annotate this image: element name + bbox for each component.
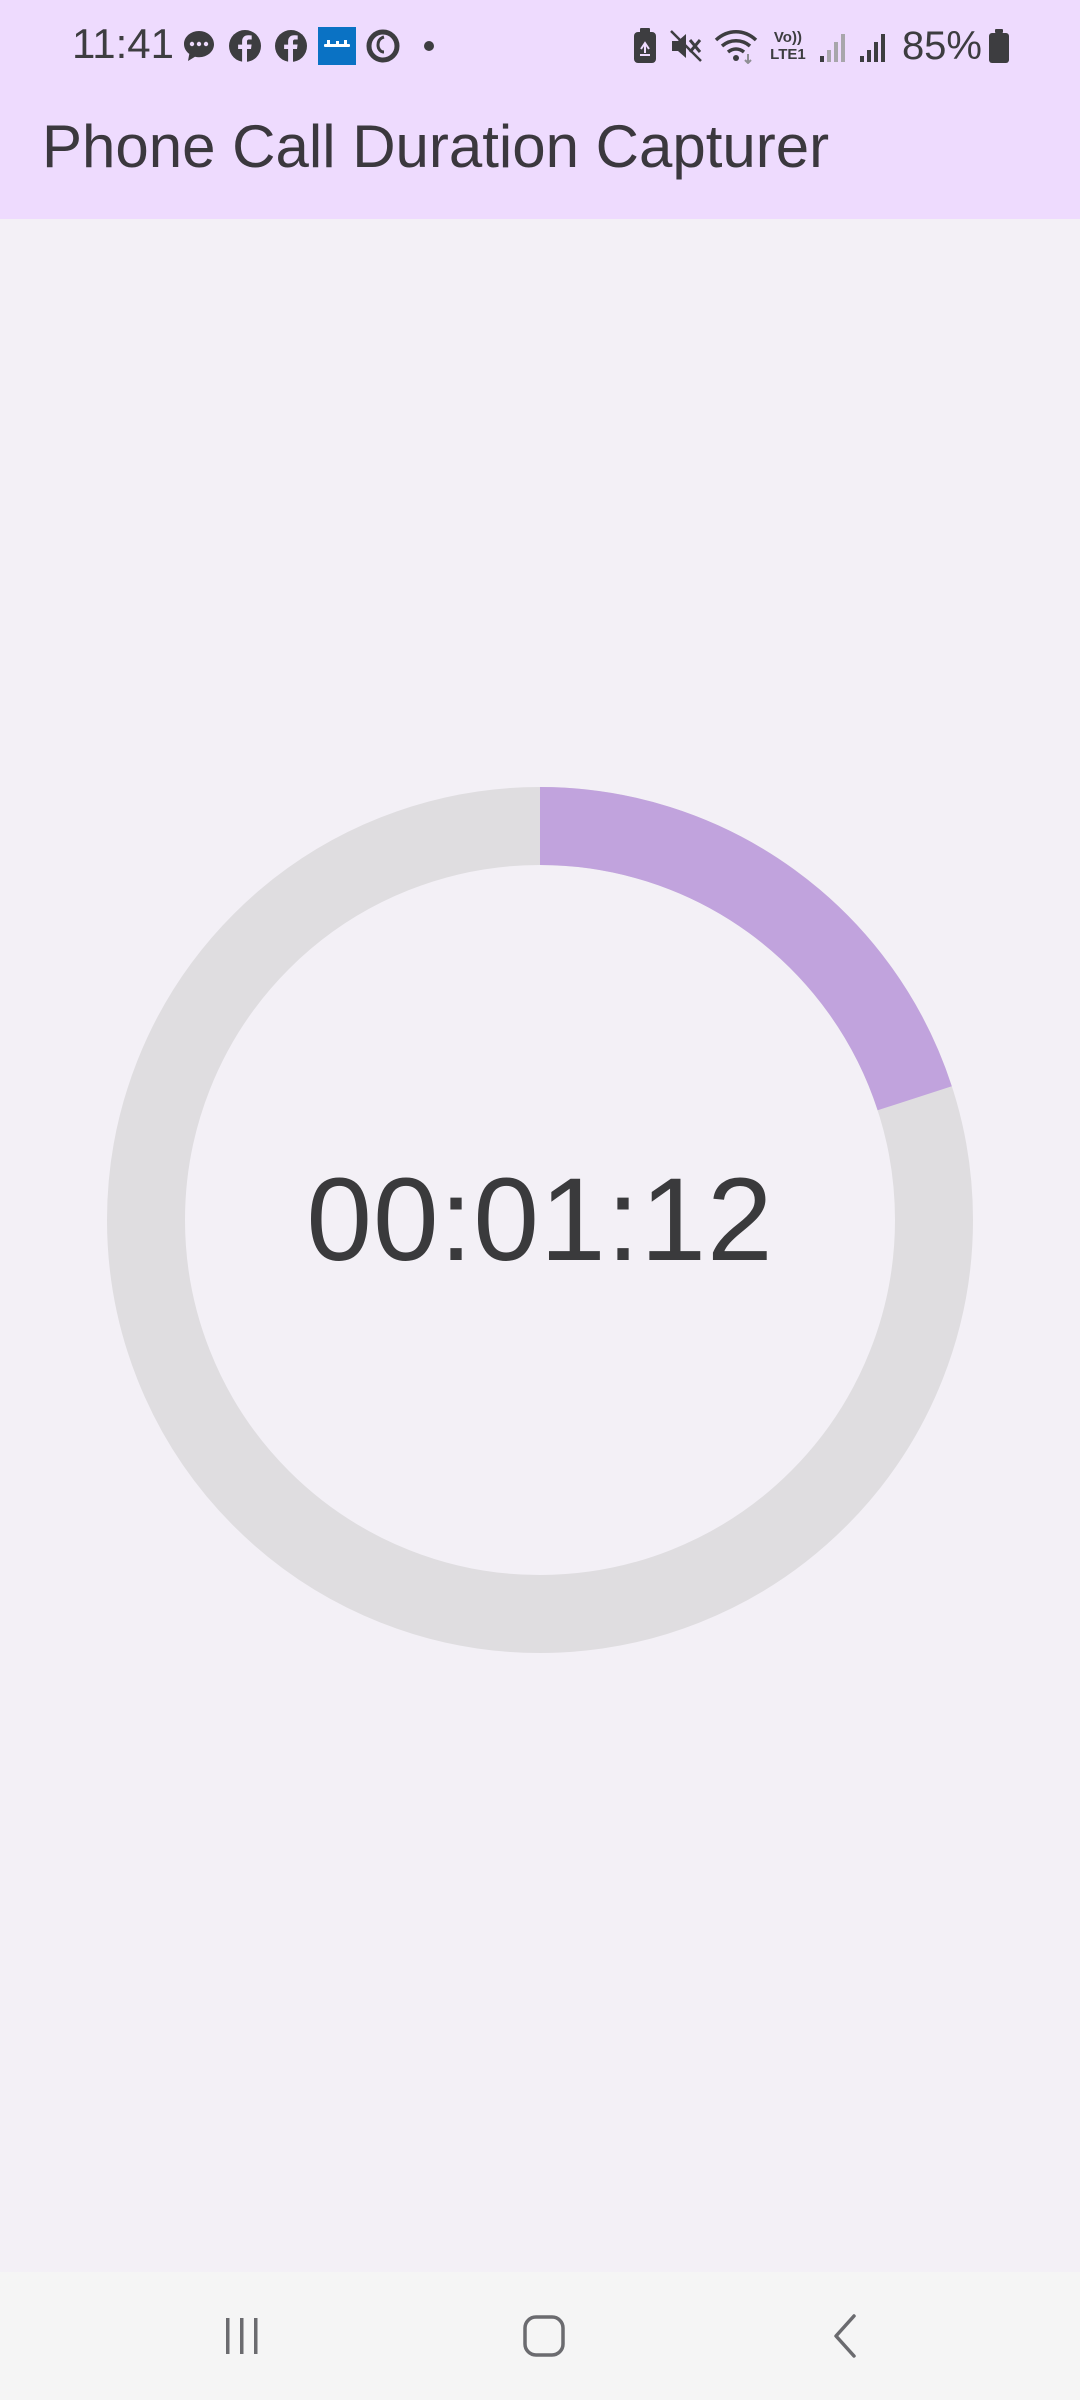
facebook-icon (226, 27, 264, 65)
home-icon (523, 2315, 565, 2357)
signal-icon (858, 26, 888, 66)
dot-icon (410, 27, 448, 65)
recent-apps-icon (226, 2318, 258, 2354)
battery-percentage: 85% (901, 24, 982, 68)
vodafone-icon (364, 27, 402, 65)
back-icon (834, 2314, 856, 2358)
volte-label-top: Vo)) (773, 29, 802, 46)
status-time: 11:41 (72, 20, 174, 67)
duration-display: 00:01:12 (306, 1154, 774, 1286)
screen: 11:41 Vo)) LTE1 85% Phone Call Duration … (0, 0, 1080, 2400)
signal-weak-icon (818, 26, 848, 66)
system-status-icons: Vo)) LTE1 85% (622, 22, 1010, 70)
call-duration-timer: 00:01:12 (106, 786, 974, 1654)
volte-icon: Vo)) LTE1 (768, 26, 808, 66)
top-app-bar: 11:41 Vo)) LTE1 85% Phone Call Duration … (0, 0, 1080, 219)
page-title: Phone Call Duration Capturer (42, 113, 830, 180)
facebook-icon (272, 27, 310, 65)
wifi-icon (714, 26, 758, 66)
battery-saver-icon (632, 26, 658, 66)
home-button[interactable] (484, 2296, 604, 2376)
messages-icon (180, 27, 218, 65)
volte-label-bottom: LTE1 (770, 46, 806, 63)
navigation-bar (0, 2272, 1080, 2400)
recent-apps-button[interactable] (182, 2296, 302, 2376)
mute-icon (668, 26, 704, 66)
notification-icons (180, 26, 456, 66)
status-bar: 11:41 Vo)) LTE1 85% (0, 0, 1080, 92)
banking-app-icon (318, 27, 356, 65)
back-button[interactable] (786, 2296, 906, 2376)
battery-icon (988, 26, 1010, 66)
